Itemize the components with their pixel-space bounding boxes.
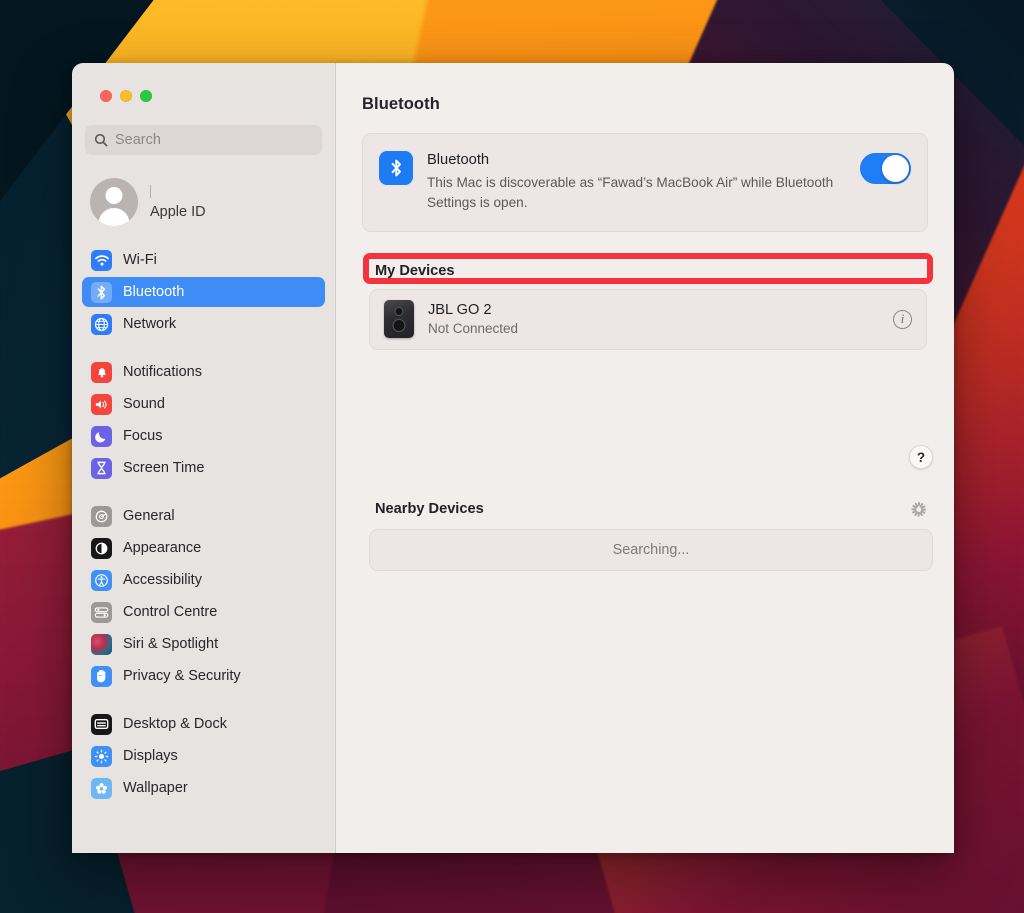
device-name: JBL GO 2 (428, 302, 492, 318)
speaker-icon (91, 393, 112, 415)
sidebar-item-label: Focus (123, 428, 163, 444)
help-button[interactable]: ? (909, 445, 933, 469)
gear-icon (91, 505, 112, 527)
sidebar-item-wi-fi[interactable]: Wi-Fi (82, 245, 325, 275)
sidebar-item-focus[interactable]: Focus (82, 421, 325, 451)
my-devices-list: JBL GO 2 Not Connected i (369, 289, 927, 350)
minimize-button[interactable] (120, 90, 132, 102)
sidebar-group-network: Wi-Fi Bluetooth Network (82, 245, 325, 339)
sidebar-item-label: Sound (123, 396, 165, 412)
brightness-icon (91, 745, 112, 767)
search-input[interactable]: Search (85, 125, 322, 155)
sidebar-item-label: Privacy & Security (123, 668, 241, 684)
activity-spinner-icon (911, 501, 927, 517)
desktop-background: Search Apple ID Wi-Fi Bluetooth Network … (0, 0, 1024, 913)
my-devices-section: My Devices JBL GO 2 Not Connected i (369, 262, 927, 350)
search-icon (94, 133, 108, 147)
bell-icon (91, 361, 112, 383)
bluetooth-toggle-card: Bluetooth This Mac is discoverable as “F… (362, 133, 928, 232)
sidebar-item-siri-spotlight[interactable]: Siri & Spotlight (82, 629, 325, 659)
close-button[interactable] (100, 90, 112, 102)
system-settings-window: Search Apple ID Wi-Fi Bluetooth Network … (72, 63, 954, 853)
sidebar-item-label: Bluetooth (123, 284, 185, 300)
sidebar-item-appearance[interactable]: Appearance (82, 533, 325, 563)
search-placeholder: Search (115, 132, 161, 148)
window-controls (82, 63, 325, 102)
hourglass-icon (91, 457, 112, 479)
sidebar-group-appearance: Desktop & Dock Displays Wallpaper (82, 709, 325, 803)
moon-icon (91, 425, 112, 447)
sidebar-item-bluetooth[interactable]: Bluetooth (82, 277, 325, 307)
sidebar-item-control-centre[interactable]: Control Centre (82, 597, 325, 627)
toggle-knob (882, 155, 909, 182)
bluetooth-card-title: Bluetooth (427, 152, 490, 168)
sidebar-item-displays[interactable]: Displays (82, 741, 325, 771)
text-caret (150, 184, 151, 198)
sidebar-item-label: Appearance (123, 540, 202, 556)
sidebar-item-label: Network (123, 316, 177, 332)
device-info-button[interactable]: i (893, 309, 912, 329)
hand-icon (91, 665, 112, 687)
sidebar-item-label: Desktop & Dock (123, 716, 227, 732)
detail-pane: Bluetooth Bluetooth This Mac is discover… (336, 63, 954, 853)
page-title: Bluetooth (362, 95, 440, 113)
desktop-dock-icon (91, 713, 112, 735)
apple-id-label: Apple ID (150, 203, 206, 220)
sidebar-item-network[interactable]: Network (82, 309, 325, 339)
speaker-device-icon (384, 300, 414, 338)
sidebar-item-label: Wallpaper (123, 780, 188, 796)
sidebar-item-screen-time[interactable]: Screen Time (82, 453, 325, 483)
bluetooth-card-description: This Mac is discoverable as “Fawad’s Mac… (427, 175, 834, 210)
sidebar-item-label: Displays (123, 748, 178, 764)
my-devices-heading: My Devices (375, 263, 455, 279)
nearby-devices-status: Searching... (369, 529, 933, 571)
sidebar-item-label: Screen Time (123, 460, 205, 476)
nearby-devices-section: Nearby Devices Searching... (369, 501, 933, 571)
avatar (90, 178, 138, 226)
wallpaper-icon (91, 777, 112, 799)
sidebar-item-privacy-security[interactable]: Privacy & Security (82, 661, 325, 691)
nearby-devices-heading: Nearby Devices (375, 501, 484, 517)
sidebar-item-general[interactable]: General (82, 501, 325, 531)
accessibility-icon (91, 569, 112, 591)
sidebar: Search Apple ID Wi-Fi Bluetooth Network … (72, 63, 336, 853)
sliders-icon (91, 601, 112, 623)
sidebar-group-general: General Appearance Accessibility Control… (82, 501, 325, 691)
sidebar-item-desktop-dock[interactable]: Desktop & Dock (82, 709, 325, 739)
zoom-button[interactable] (140, 90, 152, 102)
sidebar-item-label: Accessibility (123, 572, 202, 588)
table-row[interactable]: JBL GO 2 Not Connected i (370, 290, 926, 349)
sidebar-item-sound[interactable]: Sound (82, 389, 325, 419)
globe-icon (91, 313, 112, 335)
bluetooth-icon (91, 281, 112, 303)
sidebar-item-label: Notifications (123, 364, 202, 380)
wifi-icon (91, 249, 112, 271)
sidebar-item-accessibility[interactable]: Accessibility (82, 565, 325, 595)
sidebar-item-notifications[interactable]: Notifications (82, 357, 325, 387)
appearance-icon (91, 537, 112, 559)
sidebar-item-wallpaper[interactable]: Wallpaper (82, 773, 325, 803)
device-status: Not Connected (428, 321, 519, 336)
sidebar-group-system: Notifications Sound Focus Screen Time (82, 357, 325, 483)
sidebar-item-label: Wi-Fi (123, 252, 157, 268)
sidebar-item-label: Control Centre (123, 604, 218, 620)
bluetooth-toggle[interactable] (860, 153, 911, 184)
sidebar-item-label: General (123, 508, 175, 524)
bluetooth-icon (379, 151, 413, 185)
nearby-devices-header: Nearby Devices (369, 501, 933, 529)
sidebar-item-apple-id[interactable]: Apple ID (82, 171, 325, 233)
sidebar-item-label: Siri & Spotlight (123, 636, 219, 652)
siri-icon (91, 633, 112, 655)
